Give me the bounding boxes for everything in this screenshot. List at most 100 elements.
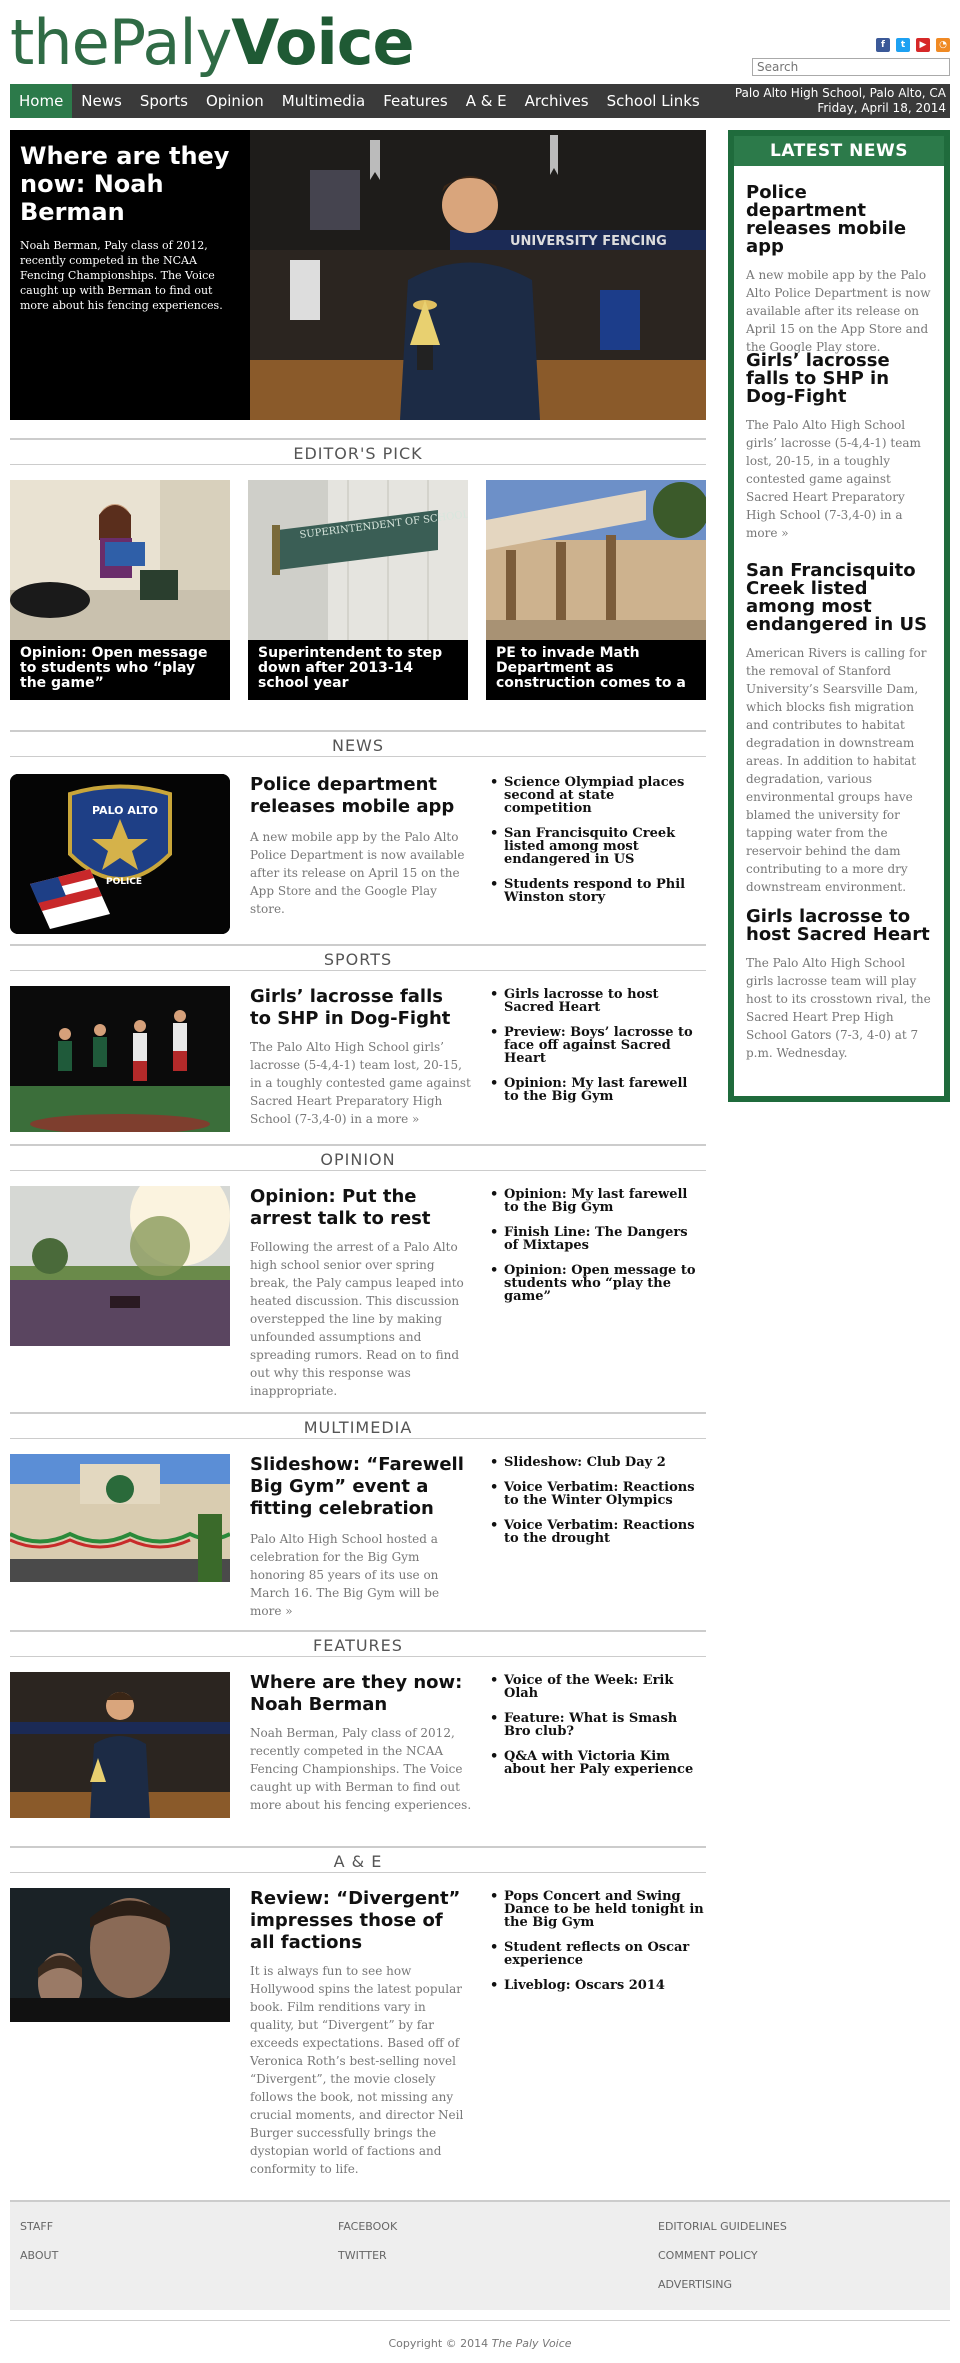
footer-link-staff[interactable]: STAFF xyxy=(20,2220,58,2233)
logo-voice: Voice xyxy=(231,6,414,79)
opinion-link[interactable]: Finish Line: The Dangers of Mixtapes xyxy=(490,1226,706,1252)
sidebar-item-title[interactable]: Police department releases mobile app xyxy=(746,184,932,256)
multimedia-link[interactable]: Voice Verbatim: Reactions to the drought xyxy=(490,1519,706,1545)
nav-ae[interactable]: A & E xyxy=(457,84,516,118)
nav-sports[interactable]: Sports xyxy=(131,84,197,118)
multimedia-links: Slideshow: Club Day 2 Voice Verbatim: Re… xyxy=(490,1456,706,1557)
footer-link-about[interactable]: ABOUT xyxy=(20,2249,58,2262)
nav-archives[interactable]: Archives xyxy=(516,84,598,118)
youtube-icon[interactable]: ▶ xyxy=(916,38,930,52)
main-nav: Home News Sports Opinion Multimedia Feat… xyxy=(10,84,950,118)
sports-headline[interactable]: Girls’ lacrosse falls to SHP in Dog-Figh… xyxy=(250,986,470,1030)
sidebar-item-text: American Rivers is calling for the remov… xyxy=(746,646,927,894)
editors-pick-card[interactable]: PE to invade Math Department as construc… xyxy=(486,480,706,700)
footer-col-1: STAFF ABOUT xyxy=(20,2220,58,2278)
editors-pick-card[interactable]: Opinion: Open message to students who “p… xyxy=(10,480,230,700)
sidebar-item: San Francisquito Creek listed among most… xyxy=(734,562,944,896)
footer-link-facebook[interactable]: FACEBOOK xyxy=(338,2220,397,2233)
editors-pick-card[interactable]: SUPERINTENDENT OF SCHOOLS Superintendent… xyxy=(248,480,468,700)
hero-title[interactable]: Where are they now: Noah Berman xyxy=(20,142,240,226)
features-image[interactable] xyxy=(10,1672,230,1818)
section-heading-news: NEWS xyxy=(10,730,706,755)
facebook-icon[interactable]: f xyxy=(876,38,890,52)
big-gym-photo xyxy=(10,1454,230,1582)
opinion-link[interactable]: Opinion: Open message to students who “p… xyxy=(490,1264,706,1303)
sports-summary: The Palo Alto High School girls’ lacross… xyxy=(250,1040,471,1126)
sidebar-item-title[interactable]: Girls lacrosse to host Sacred Heart xyxy=(746,908,932,944)
ae-summary: It is always fun to see how Hollywood sp… xyxy=(250,1964,464,2176)
nav-home[interactable]: Home xyxy=(10,84,73,118)
opinion-image[interactable] xyxy=(10,1186,230,1346)
pick-image-superintendent-sign: SUPERINTENDENT OF SCHOOLS xyxy=(248,480,468,640)
twitter-icon[interactable]: t xyxy=(896,38,910,52)
ae-link[interactable]: Student reflects on Oscar experience xyxy=(490,1941,706,1967)
ae-link[interactable]: Pops Concert and Swing Dance to be held … xyxy=(490,1890,706,1929)
news-summary: A new mobile app by the Palo Alto Police… xyxy=(250,830,465,916)
opinion-link[interactable]: Opinion: My last farewell to the Big Gym xyxy=(490,1188,706,1214)
features-link[interactable]: Feature: What is Smash Bro club? xyxy=(490,1712,706,1738)
footer-link-advertising[interactable]: ADVERTISING xyxy=(658,2278,787,2291)
multimedia-headline[interactable]: Slideshow: “Farewell Big Gym” event a fi… xyxy=(250,1454,470,1520)
nav-news[interactable]: News xyxy=(72,84,131,118)
location-text: Palo Alto High School, Palo Alto, CA xyxy=(734,86,946,100)
sports-link[interactable]: Opinion: My last farewell to the Big Gym xyxy=(490,1077,706,1103)
sports-image[interactable] xyxy=(10,986,230,1132)
pick-caption[interactable]: Superintendent to step down after 2013-1… xyxy=(258,646,462,691)
nav-opinion[interactable]: Opinion xyxy=(197,84,273,118)
hero-feature[interactable]: Where are they now: Noah Berman Noah Ber… xyxy=(10,130,706,420)
sports-links: Girls lacrosse to host Sacred Heart Prev… xyxy=(490,988,706,1115)
sidebar-item-title[interactable]: Girls’ lacrosse falls to SHP in Dog-Figh… xyxy=(746,352,932,406)
news-link[interactable]: Science Olympiad places second at state … xyxy=(490,776,706,815)
opinion-links: Opinion: My last farewell to the Big Gym… xyxy=(490,1188,706,1315)
pick-caption[interactable]: Opinion: Open message to students who “p… xyxy=(20,646,224,691)
nav-features[interactable]: Features xyxy=(374,84,457,118)
footer-link-editorial-guidelines[interactable]: EDITORIAL GUIDELINES xyxy=(658,2220,787,2233)
divergent-poster xyxy=(10,1888,230,2022)
hero-image[interactable]: UNIVERSITY FENCING xyxy=(250,130,706,420)
footer-col-3: EDITORIAL GUIDELINES COMMENT POLICY ADVE… xyxy=(658,2220,787,2307)
features-headline[interactable]: Where are they now: Noah Berman xyxy=(250,1672,470,1716)
sidebar-item: Police department releases mobile app A … xyxy=(734,184,944,356)
sidebar-item-text: The Palo Alto High School girls’ lacross… xyxy=(746,418,921,540)
news-headline[interactable]: Police department releases mobile app xyxy=(250,774,470,818)
ae-link[interactable]: Liveblog: Oscars 2014 xyxy=(490,1979,706,1992)
section-heading-multimedia: MULTIMEDIA xyxy=(10,1412,706,1437)
search-input[interactable] xyxy=(752,58,950,76)
section-heading-editors-pick: EDITOR'S PICK xyxy=(10,438,706,463)
site-logo[interactable]: thePalyVoice xyxy=(10,12,415,74)
section-heading-sports: SPORTS xyxy=(10,944,706,969)
sports-link[interactable]: Preview: Boys’ lacrosse to face off agai… xyxy=(490,1026,706,1065)
section-divider xyxy=(10,1656,706,1657)
news-link[interactable]: San Francisquito Creek listed among most… xyxy=(490,827,706,866)
nav-multimedia[interactable]: Multimedia xyxy=(273,84,374,118)
section-heading-text: NEWS xyxy=(331,736,385,755)
section-heading-ae: A & E xyxy=(10,1846,706,1871)
footer: STAFF ABOUT FACEBOOK TWITTER EDITORIAL G… xyxy=(10,2200,950,2310)
badge-text-bottom: POLICE xyxy=(106,877,142,887)
section-heading-text: EDITOR'S PICK xyxy=(293,444,423,463)
badge-text-top: PALO ALTO xyxy=(92,804,158,817)
news-image[interactable]: PALO ALTO POLICE xyxy=(10,774,230,934)
sports-link[interactable]: Girls lacrosse to host Sacred Heart xyxy=(490,988,706,1014)
hero-text: Where are they now: Noah Berman Noah Ber… xyxy=(20,142,240,313)
sidebar-title: LATEST NEWS xyxy=(734,136,944,166)
opinion-headline[interactable]: Opinion: Put the arrest talk to rest xyxy=(250,1186,470,1230)
features-link[interactable]: Voice of the Week: Erik Olah xyxy=(490,1674,706,1700)
news-link[interactable]: Students respond to Phil Winston story xyxy=(490,878,706,904)
ae-links: Pops Concert and Swing Dance to be held … xyxy=(490,1890,706,2004)
ae-image[interactable] xyxy=(10,1888,230,2022)
footer-link-comment-policy[interactable]: COMMENT POLICY xyxy=(658,2249,787,2262)
multimedia-link[interactable]: Slideshow: Club Day 2 xyxy=(490,1456,706,1469)
sidebar-item-title[interactable]: San Francisquito Creek listed among most… xyxy=(746,562,932,634)
section-heading-text: MULTIMEDIA xyxy=(303,1418,413,1437)
pick-image-girl-reading xyxy=(10,480,230,640)
multimedia-link[interactable]: Voice Verbatim: Reactions to the Winter … xyxy=(490,1481,706,1507)
ae-headline[interactable]: Review: “Divergent” impresses those of a… xyxy=(250,1888,470,1954)
multimedia-image[interactable] xyxy=(10,1454,230,1582)
nav-school-links[interactable]: School Links xyxy=(598,84,709,118)
pick-caption[interactable]: PE to invade Math Department as construc… xyxy=(496,646,700,691)
features-link[interactable]: Q&A with Victoria Kim about her Paly exp… xyxy=(490,1750,706,1776)
sidebar-item-text: A new mobile app by the Palo Alto Police… xyxy=(746,268,931,354)
rss-icon[interactable]: ◔ xyxy=(936,38,950,52)
footer-link-twitter[interactable]: TWITTER xyxy=(338,2249,397,2262)
